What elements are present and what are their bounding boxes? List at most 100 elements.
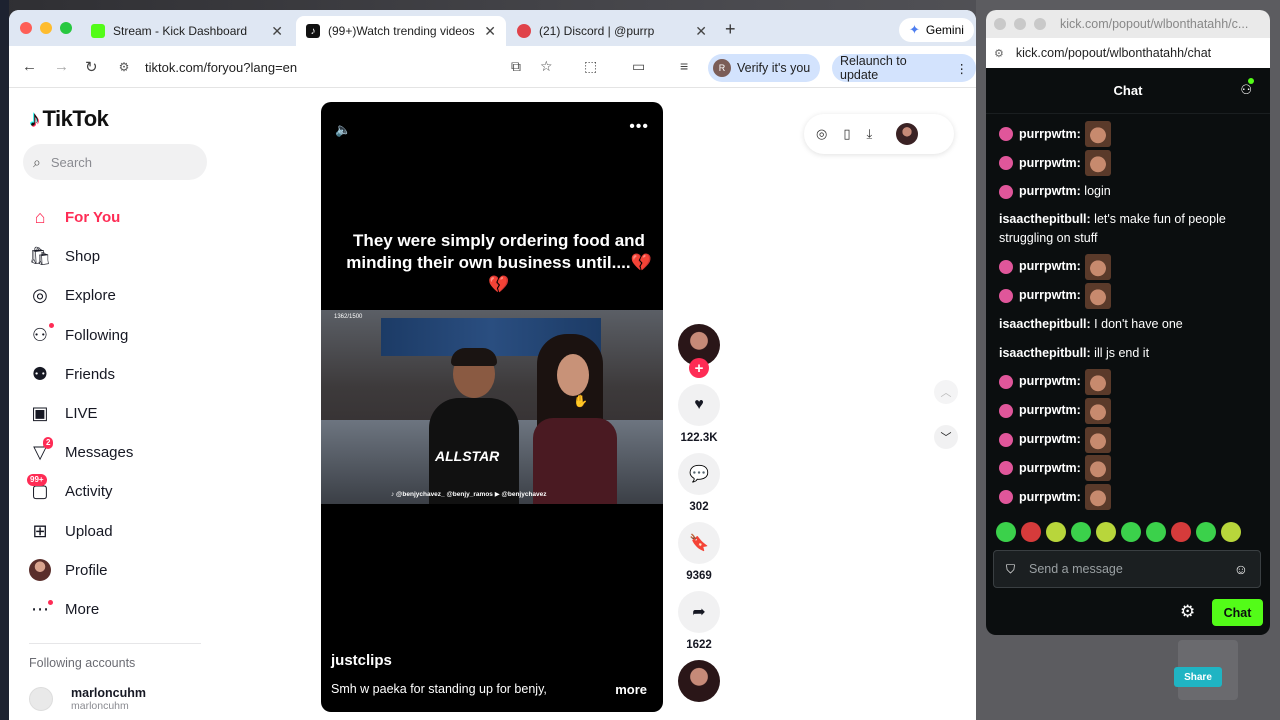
- next-creator-avatar[interactable]: [678, 660, 720, 702]
- description-more-link[interactable]: more: [615, 682, 647, 697]
- chat-message: purrpwtm:: [999, 396, 1270, 425]
- next-video-button[interactable]: ﹀: [934, 425, 958, 449]
- emote-button[interactable]: [1071, 522, 1091, 542]
- sidebar-item-live[interactable]: ▣ LIVE: [29, 394, 133, 433]
- side-panel-icon[interactable]: ▭: [632, 58, 645, 75]
- gemini-button[interactable]: ✦ Gemini: [899, 18, 974, 42]
- tiktok-logo[interactable]: ♪ TikTok: [29, 106, 109, 132]
- chat-username[interactable]: isaacthepitbull:: [999, 212, 1091, 226]
- chat-username[interactable]: purrpwtm:: [1019, 257, 1081, 276]
- maximize-window-button[interactable]: [60, 22, 72, 34]
- background-share-button[interactable]: Share: [1174, 667, 1222, 687]
- bookmark-star-icon[interactable]: ☆: [540, 58, 553, 75]
- chat-username[interactable]: isaacthepitbull:: [999, 315, 1091, 334]
- sidebar-item-following[interactable]: ⚇ Following: [29, 316, 133, 355]
- share-button[interactable]: ➦: [678, 591, 720, 633]
- emoji-icon[interactable]: ☺: [1234, 561, 1248, 577]
- emote-button[interactable]: [1046, 522, 1066, 542]
- minimize-window-button[interactable]: [40, 22, 52, 34]
- comment-icon: 💬: [689, 466, 709, 483]
- shield-icon: ⛉: [1006, 561, 1016, 576]
- chat-username[interactable]: purrpwtm:: [1019, 459, 1081, 478]
- chat-settings-icon[interactable]: ⚙: [1180, 602, 1195, 622]
- browser-window: Stream - Kick Dashboard ✕ ♪ (99+)Watch t…: [9, 10, 976, 720]
- save-button[interactable]: 🔖: [678, 522, 720, 564]
- chat-username[interactable]: purrpwtm:: [1019, 372, 1081, 391]
- maximize-window-button[interactable]: [1034, 18, 1046, 30]
- sidebar-item-upload[interactable]: ⊞ Upload: [29, 512, 133, 551]
- chat-username[interactable]: purrpwtm:: [1019, 182, 1081, 201]
- sidebar-item-for-you[interactable]: ⌂ For You: [29, 198, 133, 237]
- forward-icon[interactable]: →: [54, 58, 69, 75]
- close-window-button[interactable]: [994, 18, 1006, 30]
- install-app-icon[interactable]: ⧉: [511, 58, 521, 75]
- chat-message: purrpwtm:: [999, 483, 1270, 512]
- chat-username[interactable]: isaacthepitbull:: [999, 344, 1091, 363]
- extensions-icon[interactable]: ⬚: [584, 58, 597, 75]
- following-account-item[interactable]: marloncuhm marloncuhm: [29, 686, 146, 712]
- new-tab-icon[interactable]: +: [725, 19, 736, 40]
- close-window-button[interactable]: [20, 22, 32, 34]
- chat-username[interactable]: purrpwtm:: [1019, 154, 1081, 173]
- chat-username[interactable]: purrpwtm:: [1019, 286, 1081, 305]
- close-tab-icon[interactable]: ✕: [484, 23, 496, 40]
- video-frame: ALLSTAR 1362/1500 ♪ @benjychavez_ @benjy…: [321, 310, 663, 504]
- sidebar-item-profile[interactable]: Profile: [29, 551, 133, 590]
- chat-username[interactable]: purrpwtm:: [1019, 488, 1081, 507]
- comment-button[interactable]: 💬: [678, 453, 720, 495]
- address-bar[interactable]: ⚙ tiktok.com/foryou?lang=en: [113, 52, 703, 82]
- reload-icon[interactable]: ↻: [85, 58, 98, 76]
- chat-username[interactable]: purrpwtm:: [1019, 430, 1081, 449]
- download-icon[interactable]: ⤓: [867, 126, 873, 142]
- verify-identity-button[interactable]: R Verify it's you: [708, 54, 821, 82]
- search-input[interactable]: ⌕ Search: [23, 144, 207, 180]
- emote-button[interactable]: [1121, 522, 1141, 542]
- chat-message-input[interactable]: ⛉ Send a message ☺: [993, 550, 1261, 588]
- nav-label: Explore: [65, 287, 116, 305]
- tab-discord[interactable]: (21) Discord | @purrp ✕: [507, 16, 717, 46]
- kebab-menu-icon[interactable]: ⋮: [956, 61, 969, 76]
- chevron-up-icon: ︿: [940, 387, 952, 399]
- emote-button[interactable]: [1021, 522, 1041, 542]
- relaunch-button[interactable]: Relaunch to update ⋮: [832, 54, 976, 82]
- close-tab-icon[interactable]: ✕: [695, 23, 707, 40]
- site-settings-icon[interactable]: ⚙: [113, 60, 135, 74]
- sidebar-item-shop[interactable]: 🛍 Shop: [29, 237, 133, 276]
- chat-username[interactable]: purrpwtm:: [1019, 125, 1081, 144]
- sidebar-item-friends[interactable]: ⚉ Friends: [29, 355, 133, 394]
- emote-button[interactable]: [1146, 522, 1166, 542]
- send-chat-button[interactable]: Chat: [1212, 599, 1263, 626]
- sidebar-item-explore[interactable]: ◎ Explore: [29, 276, 133, 315]
- emote-button[interactable]: [1196, 522, 1216, 542]
- close-tab-icon[interactable]: ✕: [271, 23, 283, 40]
- user-avatar[interactable]: [896, 123, 919, 145]
- tiktok-coin-icon[interactable]: ◎: [816, 126, 827, 142]
- back-icon[interactable]: ←: [22, 58, 37, 75]
- previous-video-button[interactable]: ︿: [934, 380, 958, 404]
- emote-button[interactable]: [1171, 522, 1191, 542]
- sidebar-item-messages[interactable]: ▽ 2 Messages: [29, 433, 133, 472]
- site-info-icon[interactable]: ⚙: [994, 47, 1004, 60]
- account-avatar: [29, 687, 53, 711]
- emote-button[interactable]: [1096, 522, 1116, 542]
- chat-username[interactable]: purrpwtm:: [1019, 401, 1081, 420]
- tab-kick-dashboard[interactable]: Stream - Kick Dashboard ✕: [81, 16, 293, 46]
- media-controls-icon[interactable]: ≡: [680, 58, 688, 74]
- video-options-icon[interactable]: •••: [629, 118, 649, 136]
- device-icon[interactable]: ▯: [843, 126, 850, 142]
- emote-button[interactable]: [996, 522, 1016, 542]
- video-description: Smh w paeka for standing up for benjy,: [331, 682, 547, 696]
- emote-button[interactable]: [1221, 522, 1241, 542]
- sidebar-item-more[interactable]: ⋯ More: [29, 590, 133, 629]
- nav-label: Profile: [65, 561, 108, 579]
- tab-bar: Stream - Kick Dashboard ✕ ♪ (99+)Watch t…: [9, 10, 976, 46]
- video-player[interactable]: 🔈 ••• They were simply ordering food and…: [321, 102, 663, 712]
- tab-tiktok[interactable]: ♪ (99+)Watch trending videos f ✕: [296, 16, 506, 46]
- sidebar-item-activity[interactable]: ▢ 99+ Activity: [27, 472, 133, 511]
- users-icon[interactable]: ⚇: [1240, 82, 1252, 98]
- minimize-window-button[interactable]: [1014, 18, 1026, 30]
- volume-icon[interactable]: 🔈: [335, 122, 351, 138]
- video-author[interactable]: justclips: [331, 652, 392, 669]
- like-button[interactable]: ♥: [678, 384, 720, 426]
- follow-plus-icon[interactable]: +: [689, 358, 709, 378]
